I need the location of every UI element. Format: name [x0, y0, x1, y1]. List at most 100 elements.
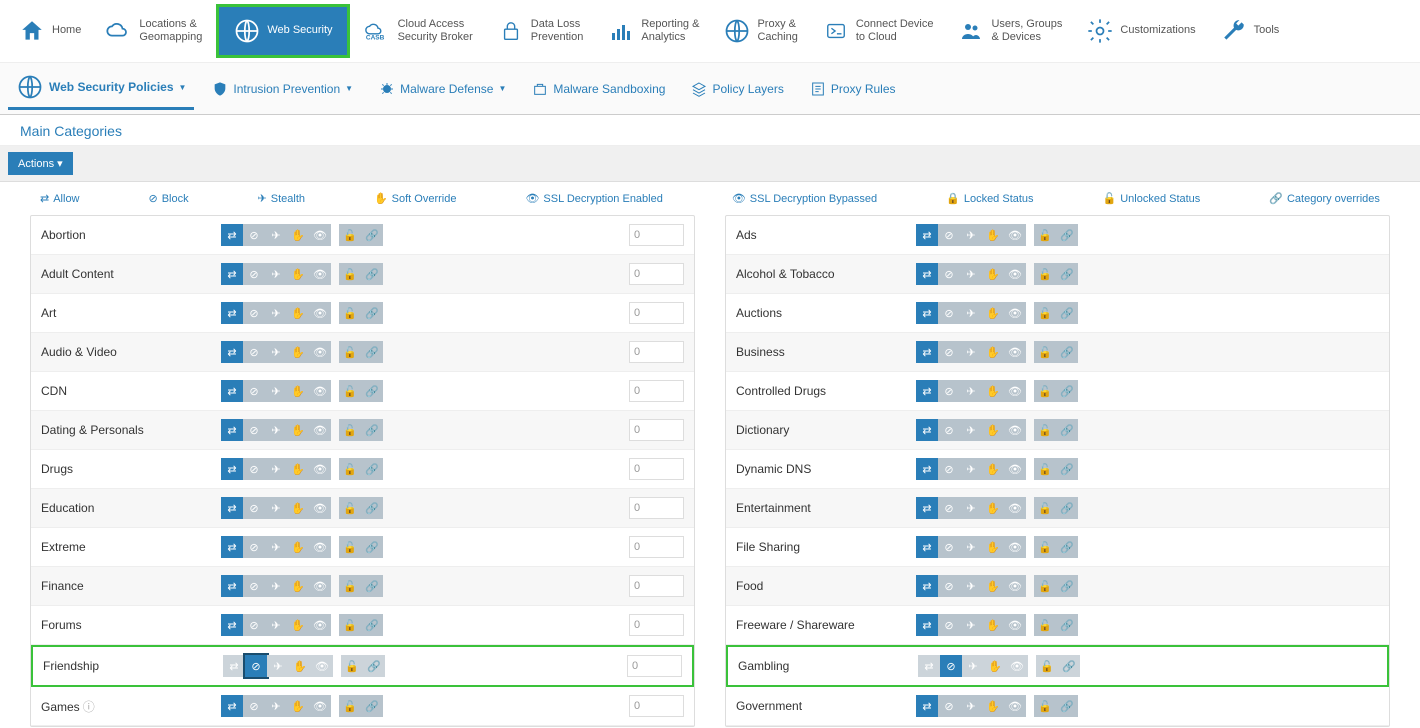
allow-button[interactable]: ⇄: [221, 263, 243, 285]
allow-button[interactable]: ⇄: [221, 341, 243, 363]
unlock-button[interactable]: 🔓: [1034, 695, 1056, 717]
category-count-input[interactable]: [629, 536, 684, 558]
category-count-input[interactable]: [629, 380, 684, 402]
stealth-button[interactable]: ✈: [960, 614, 982, 636]
block-button[interactable]: ⊘: [938, 614, 960, 636]
unlock-button[interactable]: 🔓: [1034, 458, 1056, 480]
block-button[interactable]: ⊘: [243, 536, 265, 558]
nav-reporting[interactable]: Reporting &Analytics: [597, 11, 709, 51]
ssl-button[interactable]: 👁: [1004, 695, 1026, 717]
ssl-button[interactable]: 👁: [1004, 380, 1026, 402]
soft-override-button[interactable]: ✋: [287, 341, 309, 363]
unlock-button[interactable]: 🔓: [339, 302, 361, 324]
unlock-button[interactable]: 🔓: [1034, 575, 1056, 597]
nav-proxy[interactable]: Proxy &Caching: [713, 11, 807, 51]
override-button[interactable]: 🔗: [361, 380, 383, 402]
stealth-button[interactable]: ✈: [960, 695, 982, 717]
unlock-button[interactable]: 🔓: [1034, 341, 1056, 363]
ssl-button[interactable]: 👁: [309, 419, 331, 441]
soft-override-button[interactable]: ✋: [287, 263, 309, 285]
nav-web[interactable]: Web Security: [216, 4, 349, 58]
ssl-button[interactable]: 👁: [1004, 341, 1026, 363]
block-button[interactable]: ⊘: [243, 614, 265, 636]
stealth-button[interactable]: ✈: [265, 575, 287, 597]
stealth-button[interactable]: ✈: [265, 380, 287, 402]
subnav-intrusion-prevention[interactable]: Intrusion Prevention▼: [204, 75, 361, 103]
block-button[interactable]: ⊘: [243, 458, 265, 480]
override-button[interactable]: 🔗: [1056, 497, 1078, 519]
block-button[interactable]: ⊘: [243, 341, 265, 363]
soft-override-button[interactable]: ✋: [287, 575, 309, 597]
allow-button[interactable]: ⇄: [916, 263, 938, 285]
ssl-button[interactable]: 👁: [1004, 224, 1026, 246]
allow-button[interactable]: ⇄: [916, 341, 938, 363]
soft-override-button[interactable]: ✋: [982, 575, 1004, 597]
nav-users,[interactable]: Users, Groups& Devices: [947, 11, 1072, 51]
block-button[interactable]: ⊘: [938, 263, 960, 285]
stealth-button[interactable]: ✈: [265, 302, 287, 324]
block-button[interactable]: ⊘: [938, 419, 960, 441]
unlock-button[interactable]: 🔓: [339, 341, 361, 363]
block-button[interactable]: ⊘: [243, 263, 265, 285]
soft-override-button[interactable]: ✋: [982, 614, 1004, 636]
ssl-button[interactable]: 👁: [309, 536, 331, 558]
info-icon[interactable]: ⓘ: [83, 700, 95, 714]
block-button[interactable]: ⊘: [938, 341, 960, 363]
soft-override-button[interactable]: ✋: [982, 224, 1004, 246]
unlock-button[interactable]: 🔓: [339, 419, 361, 441]
nav-home[interactable]: Home: [8, 11, 91, 51]
soft-override-button[interactable]: ✋: [982, 419, 1004, 441]
ssl-button[interactable]: 👁: [309, 575, 331, 597]
block-button[interactable]: ⊘: [938, 302, 960, 324]
soft-override-button[interactable]: ✋: [982, 380, 1004, 402]
allow-button[interactable]: ⇄: [916, 302, 938, 324]
block-button[interactable]: ⊘: [243, 575, 265, 597]
allow-button[interactable]: ⇄: [221, 224, 243, 246]
allow-button[interactable]: ⇄: [916, 224, 938, 246]
allow-button[interactable]: ⇄: [916, 497, 938, 519]
override-button[interactable]: 🔗: [1056, 614, 1078, 636]
soft-override-button[interactable]: ✋: [982, 341, 1004, 363]
nav-connect[interactable]: Connect Deviceto Cloud: [812, 11, 944, 51]
nav-tools[interactable]: Tools: [1210, 11, 1290, 51]
allow-button[interactable]: ⇄: [221, 695, 243, 717]
unlock-button[interactable]: 🔓: [339, 497, 361, 519]
override-button[interactable]: 🔗: [363, 655, 385, 677]
override-button[interactable]: 🔗: [1056, 536, 1078, 558]
stealth-button[interactable]: ✈: [265, 341, 287, 363]
soft-override-button[interactable]: ✋: [982, 695, 1004, 717]
stealth-button[interactable]: ✈: [962, 655, 984, 677]
allow-button[interactable]: ⇄: [916, 614, 938, 636]
subnav-malware-sandboxing[interactable]: Malware Sandboxing: [524, 75, 673, 103]
stealth-button[interactable]: ✈: [265, 458, 287, 480]
subnav-web-security-policies[interactable]: Web Security Policies▼: [8, 67, 194, 110]
unlock-button[interactable]: 🔓: [1034, 224, 1056, 246]
stealth-button[interactable]: ✈: [960, 263, 982, 285]
block-button[interactable]: ⊘: [243, 302, 265, 324]
override-button[interactable]: 🔗: [1056, 380, 1078, 402]
ssl-button[interactable]: 👁: [309, 380, 331, 402]
soft-override-button[interactable]: ✋: [289, 655, 311, 677]
allow-button[interactable]: ⇄: [221, 575, 243, 597]
override-button[interactable]: 🔗: [361, 224, 383, 246]
allow-button[interactable]: ⇄: [916, 380, 938, 402]
nav-data[interactable]: Data LossPrevention: [487, 11, 594, 51]
soft-override-button[interactable]: ✋: [287, 380, 309, 402]
override-button[interactable]: 🔗: [1056, 695, 1078, 717]
ssl-button[interactable]: 👁: [309, 695, 331, 717]
stealth-button[interactable]: ✈: [265, 419, 287, 441]
stealth-button[interactable]: ✈: [265, 536, 287, 558]
unlock-button[interactable]: 🔓: [339, 380, 361, 402]
ssl-button[interactable]: 👁: [1004, 614, 1026, 636]
override-button[interactable]: 🔗: [361, 302, 383, 324]
block-button[interactable]: ⊘: [243, 695, 265, 717]
block-button[interactable]: ⊘: [938, 458, 960, 480]
allow-button[interactable]: ⇄: [221, 458, 243, 480]
soft-override-button[interactable]: ✋: [984, 655, 1006, 677]
ssl-button[interactable]: 👁: [1004, 302, 1026, 324]
unlock-button[interactable]: 🔓: [339, 614, 361, 636]
override-button[interactable]: 🔗: [361, 695, 383, 717]
subnav-proxy-rules[interactable]: Proxy Rules: [802, 75, 904, 103]
unlock-button[interactable]: 🔓: [1034, 380, 1056, 402]
actions-button[interactable]: Actions ▾: [8, 152, 73, 175]
